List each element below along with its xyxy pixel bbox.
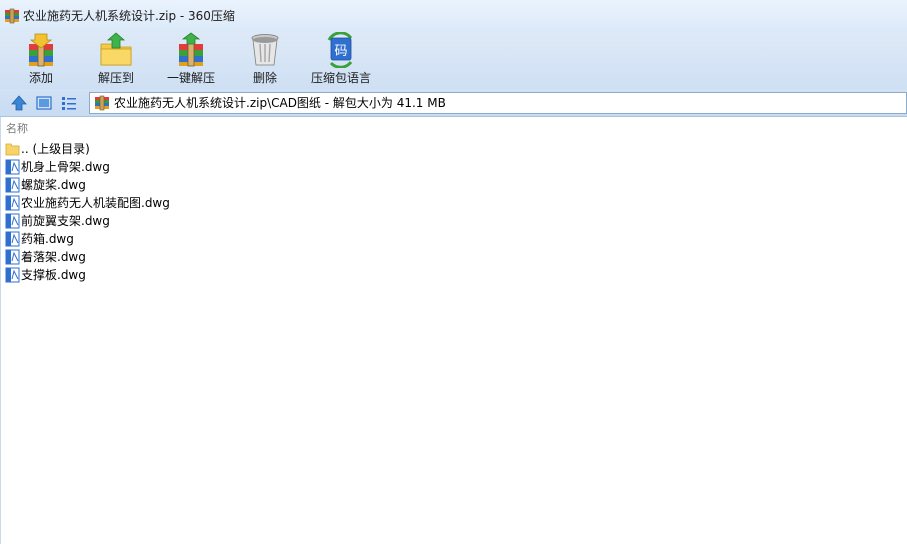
window-title: 农业施药无人机系统设计.zip - 360压缩 bbox=[23, 9, 235, 23]
dwg-file-icon bbox=[5, 267, 20, 283]
archive-language-label: 压缩包语言 bbox=[310, 71, 371, 85]
dwg-file-icon bbox=[5, 231, 20, 247]
dwg-file-icon bbox=[5, 159, 20, 175]
archive-language-button[interactable]: 码 压缩包语言 bbox=[306, 32, 376, 89]
title-bar: 农业施药无人机系统设计.zip - 360压缩 bbox=[0, 0, 907, 32]
one-click-extract-button[interactable]: 一键解压 bbox=[163, 32, 219, 89]
trash-icon bbox=[251, 34, 279, 66]
dwg-file-icon bbox=[5, 195, 20, 211]
column-header[interactable]: 名称 bbox=[1, 120, 907, 138]
file-name: 前旋翼支架.dwg bbox=[21, 214, 110, 228]
list-item[interactable]: 前旋翼支架.dwg bbox=[4, 212, 404, 230]
file-name: 支撑板.dwg bbox=[21, 268, 86, 282]
parent-directory-row[interactable]: .. (上级目录) bbox=[4, 140, 404, 158]
parent-directory-label: .. (上级目录) bbox=[21, 142, 90, 156]
file-name: 螺旋桨.dwg bbox=[21, 178, 86, 192]
up-arrow-icon[interactable] bbox=[10, 94, 28, 112]
list-item[interactable]: 农业施药无人机装配图.dwg bbox=[4, 194, 404, 212]
extract-to-label: 解压到 bbox=[97, 71, 134, 85]
address-bar: 农业施药无人机系统设计.zip\CAD图纸 - 解包大小为 41.1 MB bbox=[0, 89, 907, 117]
one-click-extract-icon bbox=[179, 32, 203, 67]
add-button-label: 添加 bbox=[28, 71, 53, 85]
archive-app-icon bbox=[5, 8, 19, 24]
list-item[interactable]: 着落架.dwg bbox=[4, 248, 404, 266]
file-name: 机身上骨架.dwg bbox=[21, 160, 110, 174]
extract-to-icon bbox=[100, 32, 132, 66]
folder-icon bbox=[5, 143, 20, 156]
encoding-icon: 码 bbox=[327, 32, 353, 68]
delete-label: 删除 bbox=[252, 71, 277, 85]
dwg-file-icon bbox=[5, 213, 20, 229]
dwg-file-icon bbox=[5, 177, 20, 193]
one-click-extract-label: 一键解压 bbox=[166, 71, 215, 85]
column-name-label: 名称 bbox=[6, 122, 28, 135]
path-text: 农业施药无人机系统设计.zip\CAD图纸 - 解包大小为 41.1 MB bbox=[114, 96, 446, 110]
list-item[interactable]: 机身上骨架.dwg bbox=[4, 158, 404, 176]
list-item[interactable]: 螺旋桨.dwg bbox=[4, 176, 404, 194]
list-item[interactable]: 支撑板.dwg bbox=[4, 266, 404, 284]
list-view-icon[interactable] bbox=[60, 94, 78, 112]
dwg-file-icon bbox=[5, 249, 20, 265]
extract-to-button[interactable]: 解压到 bbox=[90, 32, 142, 89]
path-field[interactable]: 农业施药无人机系统设计.zip\CAD图纸 - 解包大小为 41.1 MB bbox=[89, 92, 907, 114]
encoding-icon-glyph: 码 bbox=[334, 44, 347, 59]
file-name: 农业施药无人机装配图.dwg bbox=[21, 196, 170, 210]
thumbnail-view-icon[interactable] bbox=[35, 94, 53, 112]
list-item[interactable]: 药箱.dwg bbox=[4, 230, 404, 248]
file-name: 药箱.dwg bbox=[21, 232, 74, 246]
add-button[interactable]: 添加 bbox=[16, 32, 66, 89]
file-name: 着落架.dwg bbox=[21, 250, 86, 264]
add-archive-icon bbox=[29, 33, 53, 67]
archive-icon bbox=[95, 95, 109, 111]
delete-button[interactable]: 删除 bbox=[241, 32, 289, 89]
file-list: 名称 .. (上级目录) 机身上骨架.dwg 螺旋桨.dwg 农业施药无人机装配… bbox=[0, 117, 907, 544]
toolbar: 添加 解压到 一键解压 删除 码 压缩包语言 bbox=[0, 32, 907, 89]
